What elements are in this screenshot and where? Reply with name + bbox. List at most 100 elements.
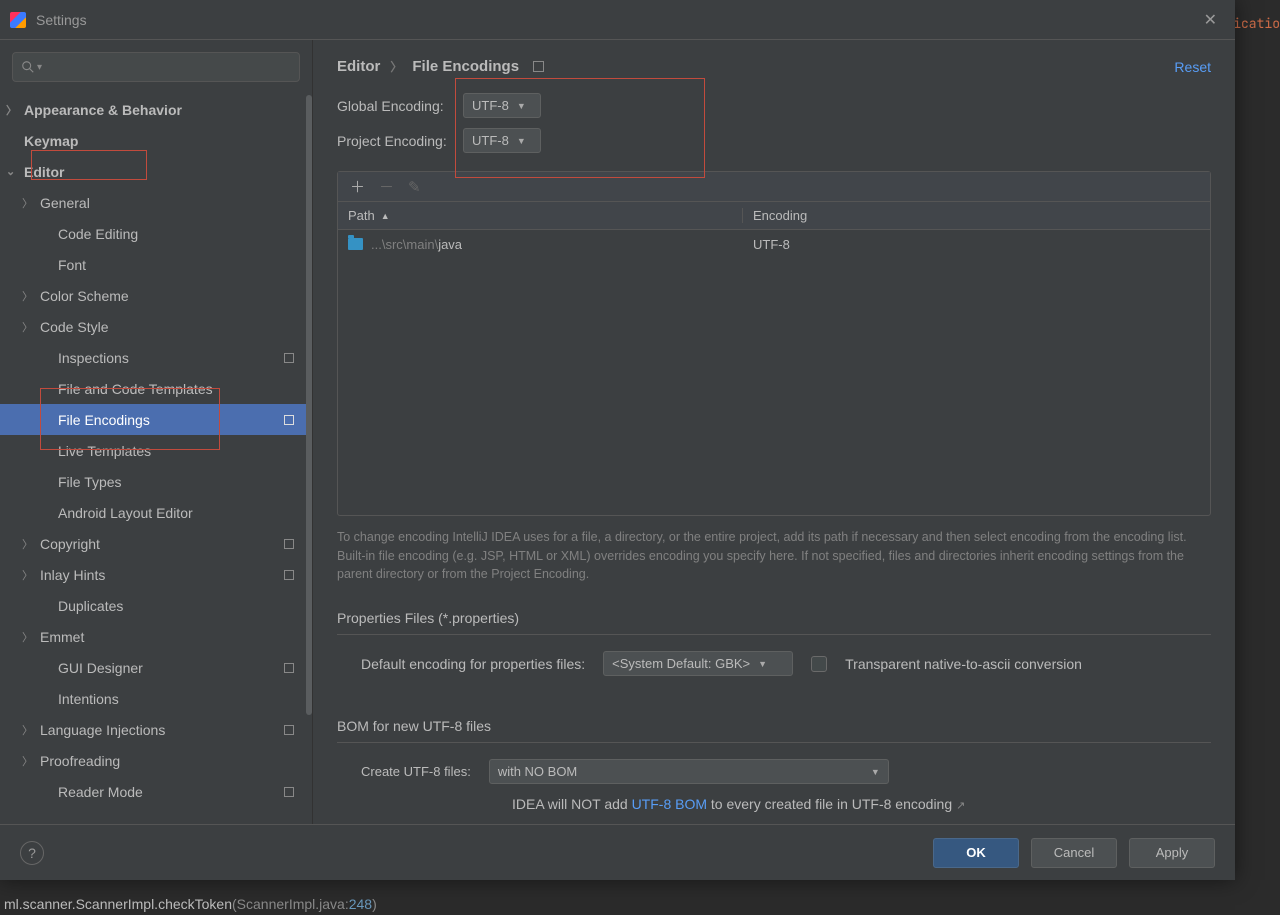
sidebar-label: File and Code Templates bbox=[58, 381, 213, 397]
sidebar-item-live-templates[interactable]: Live Templates bbox=[0, 435, 312, 466]
sidebar-item-copyright[interactable]: 〉Copyright bbox=[0, 528, 312, 559]
sidebar-item-emmet[interactable]: 〉Emmet bbox=[0, 621, 312, 652]
chevron-right-icon: 〉 bbox=[390, 58, 402, 75]
dialog-footer: ? OK Cancel Apply bbox=[0, 824, 1235, 880]
sidebar-item-code-editing[interactable]: Code Editing bbox=[0, 218, 312, 249]
sidebar-item-code-style[interactable]: 〉Code Style bbox=[0, 311, 312, 342]
table-row[interactable]: ...\src\main\java UTF-8 bbox=[338, 230, 1210, 258]
sidebar-label: Emmet bbox=[40, 629, 84, 645]
global-encoding-dropdown[interactable]: UTF-8▼ bbox=[463, 93, 541, 118]
apply-button[interactable]: Apply bbox=[1129, 838, 1215, 868]
utf8-bom-link[interactable]: UTF-8 BOM bbox=[632, 796, 707, 812]
create-utf8-dropdown[interactable]: with NO BOM▼ bbox=[489, 759, 889, 784]
caret-down-icon: ▼ bbox=[758, 659, 767, 669]
sidebar-item-inlay-hints[interactable]: 〉Inlay Hints bbox=[0, 559, 312, 590]
sidebar-item-appearance[interactable]: 〉Appearance & Behavior bbox=[0, 94, 312, 125]
sidebar-label: GUI Designer bbox=[58, 660, 143, 676]
encoding-hint: To change encoding IntelliJ IDEA uses fo… bbox=[337, 528, 1211, 584]
window-title: Settings bbox=[36, 12, 87, 28]
sidebar-label: Duplicates bbox=[58, 598, 123, 614]
sidebar-label: File Types bbox=[58, 474, 122, 490]
sidebar-item-font[interactable]: Font bbox=[0, 249, 312, 280]
sidebar-item-inspections[interactable]: Inspections bbox=[0, 342, 312, 373]
sidebar-item-reader-mode[interactable]: Reader Mode bbox=[0, 776, 312, 807]
sidebar-label: Code Editing bbox=[58, 226, 138, 242]
sidebar-item-duplicates[interactable]: Duplicates bbox=[0, 590, 312, 621]
sidebar-item-android-layout[interactable]: Android Layout Editor bbox=[0, 497, 312, 528]
sidebar-label: Proofreading bbox=[40, 753, 120, 769]
sidebar-item-editor[interactable]: ⌄Editor bbox=[0, 156, 312, 187]
global-encoding-label: Global Encoding: bbox=[337, 98, 463, 114]
per-project-icon bbox=[284, 353, 294, 363]
search-input[interactable]: ▾ bbox=[12, 52, 300, 82]
breadcrumb-root[interactable]: Editor bbox=[337, 58, 380, 75]
sidebar-label: Inspections bbox=[58, 350, 129, 366]
sidebar-label: File Encodings bbox=[58, 412, 150, 428]
sidebar-item-color-scheme[interactable]: 〉Color Scheme bbox=[0, 280, 312, 311]
sidebar-item-file-encodings[interactable]: File Encodings bbox=[0, 404, 312, 435]
properties-section-title: Properties Files (*.properties) bbox=[337, 610, 1211, 626]
search-icon bbox=[21, 60, 35, 74]
search-dropdown-icon[interactable]: ▾ bbox=[37, 62, 42, 73]
transparent-label: Transparent native-to-ascii conversion bbox=[845, 656, 1082, 672]
settings-tree: 〉Appearance & Behavior Keymap ⌄Editor 〉G… bbox=[0, 90, 312, 824]
path-name: java bbox=[438, 237, 462, 252]
sidebar-item-keymap[interactable]: Keymap bbox=[0, 125, 312, 156]
sidebar-label: Live Templates bbox=[58, 443, 151, 459]
reset-link[interactable]: Reset bbox=[1174, 59, 1211, 75]
external-link-icon: ↗ bbox=[956, 800, 965, 812]
per-project-icon bbox=[284, 539, 294, 549]
default-encoding-label: Default encoding for properties files: bbox=[361, 656, 585, 672]
sidebar-label: Reader Mode bbox=[58, 784, 143, 800]
column-encoding[interactable]: Encoding bbox=[743, 208, 817, 223]
column-path[interactable]: Path▲ bbox=[338, 208, 743, 223]
main-panel: Editor 〉 File Encodings Reset Global Enc… bbox=[313, 40, 1235, 824]
per-project-icon bbox=[284, 415, 294, 425]
close-icon[interactable]: ✕ bbox=[1196, 6, 1225, 34]
bom-hint: IDEA will NOT add UTF-8 BOM to every cre… bbox=[337, 796, 1211, 812]
default-encoding-dropdown[interactable]: <System Default: GBK>▼ bbox=[603, 651, 793, 676]
sidebar-item-language-injections[interactable]: 〉Language Injections bbox=[0, 714, 312, 745]
sidebar-label: Font bbox=[58, 257, 86, 273]
transparent-checkbox[interactable] bbox=[811, 656, 827, 672]
add-button[interactable]: ＋ bbox=[350, 176, 365, 197]
table-header: Path▲ Encoding bbox=[338, 202, 1210, 230]
app-icon bbox=[10, 12, 26, 28]
remove-button: － bbox=[379, 176, 394, 197]
sidebar-label: General bbox=[40, 195, 90, 211]
row-encoding: UTF-8 bbox=[743, 237, 800, 252]
console-line: ml.scanner.ScannerImpl.checkToken(Scanne… bbox=[0, 893, 1280, 915]
sidebar-item-gui-designer[interactable]: GUI Designer bbox=[0, 652, 312, 683]
bom-section-title: BOM for new UTF-8 files bbox=[337, 718, 1211, 734]
project-encoding-label: Project Encoding: bbox=[337, 133, 463, 149]
titlebar: Settings ✕ bbox=[0, 0, 1235, 40]
per-project-icon bbox=[284, 570, 294, 580]
project-encoding-dropdown[interactable]: UTF-8▼ bbox=[463, 128, 541, 153]
sidebar-item-general[interactable]: 〉General bbox=[0, 187, 312, 218]
caret-down-icon: ▼ bbox=[517, 136, 526, 146]
help-button[interactable]: ? bbox=[20, 841, 44, 865]
per-project-icon bbox=[533, 61, 544, 72]
sidebar-label: Editor bbox=[24, 164, 64, 180]
sidebar-item-file-templates[interactable]: File and Code Templates bbox=[0, 373, 312, 404]
divider bbox=[337, 742, 1211, 743]
scrollbar-thumb[interactable] bbox=[306, 95, 312, 715]
sidebar-label: Appearance & Behavior bbox=[24, 102, 182, 118]
encoding-table: ＋ － ✎ Path▲ Encoding ...\src\main\java U… bbox=[337, 171, 1211, 516]
per-project-icon bbox=[284, 663, 294, 673]
sort-asc-icon: ▲ bbox=[381, 211, 390, 221]
create-utf8-label: Create UTF-8 files: bbox=[361, 764, 471, 779]
ok-button[interactable]: OK bbox=[933, 838, 1019, 868]
sidebar-label: Language Injections bbox=[40, 722, 165, 738]
sidebar-label: Android Layout Editor bbox=[58, 505, 193, 521]
sidebar-item-intentions[interactable]: Intentions bbox=[0, 683, 312, 714]
settings-dialog: Settings ✕ ▾ 〉Appearance & Behavior Keym… bbox=[0, 0, 1235, 880]
caret-down-icon: ▼ bbox=[871, 767, 880, 777]
sidebar-item-file-types[interactable]: File Types bbox=[0, 466, 312, 497]
cancel-button[interactable]: Cancel bbox=[1031, 838, 1117, 868]
divider bbox=[337, 634, 1211, 635]
sidebar: ▾ 〉Appearance & Behavior Keymap ⌄Editor … bbox=[0, 40, 313, 824]
caret-down-icon: ▼ bbox=[517, 101, 526, 111]
sidebar-item-proofreading[interactable]: 〉Proofreading bbox=[0, 745, 312, 776]
per-project-icon bbox=[284, 725, 294, 735]
